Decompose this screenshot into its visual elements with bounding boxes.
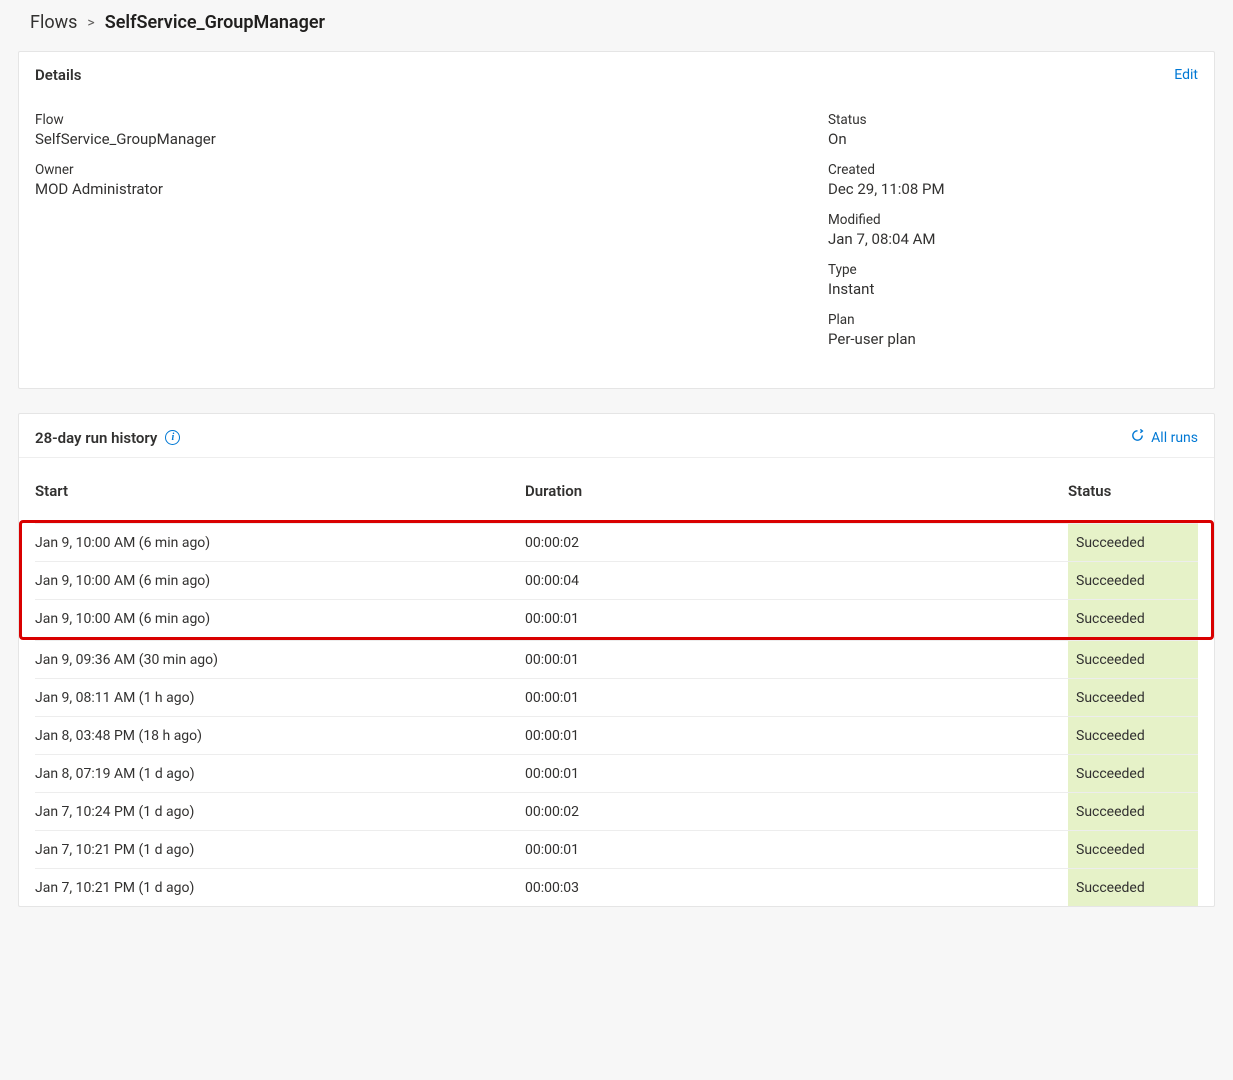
cell-duration: 00:00:01 <box>525 758 1068 790</box>
cell-start: Jan 7, 10:21 PM (1 d ago) <box>35 872 525 904</box>
modified-value: Jan 7, 08:04 AM <box>828 230 1198 248</box>
table-row[interactable]: Jan 9, 10:00 AM (6 min ago) 00:00:01 Suc… <box>35 599 1198 637</box>
cell-start: Jan 9, 09:36 AM (30 min ago) <box>35 644 525 676</box>
cell-duration: 00:00:01 <box>525 682 1068 714</box>
status-value: On <box>828 130 1198 148</box>
type-value: Instant <box>828 280 1198 298</box>
table-row[interactable]: Jan 9, 08:11 AM (1 h ago) 00:00:01 Succe… <box>35 678 1198 716</box>
cell-status: Succeeded <box>1068 562 1198 599</box>
table-row[interactable]: Jan 7, 10:24 PM (1 d ago) 00:00:02 Succe… <box>35 792 1198 830</box>
cell-duration: 00:00:01 <box>525 720 1068 752</box>
col-duration[interactable]: Duration <box>525 482 1068 500</box>
breadcrumb-current: SelfService_GroupManager <box>105 12 325 33</box>
cell-status: Succeeded <box>1068 524 1198 561</box>
cell-duration: 00:00:04 <box>525 565 1068 597</box>
run-history-title: 28-day run history <box>35 429 157 447</box>
breadcrumb: Flows > SelfService_GroupManager <box>18 12 1215 33</box>
cell-start: Jan 7, 10:24 PM (1 d ago) <box>35 796 525 828</box>
cell-duration: 00:00:01 <box>525 603 1068 635</box>
cell-status: Succeeded <box>1068 793 1198 830</box>
table-row[interactable]: Jan 9, 10:00 AM (6 min ago) 00:00:04 Suc… <box>35 561 1198 599</box>
info-icon[interactable]: i <box>165 430 180 445</box>
details-header: Details Edit <box>19 52 1214 94</box>
cell-start: Jan 8, 07:19 AM (1 d ago) <box>35 758 525 790</box>
breadcrumb-root[interactable]: Flows <box>30 12 77 33</box>
cell-duration: 00:00:01 <box>525 834 1068 866</box>
run-history-table: Start Duration Status Jan 9, 10:00 AM (6… <box>19 458 1214 906</box>
cell-start: Jan 7, 10:21 PM (1 d ago) <box>35 834 525 866</box>
cell-status: Succeeded <box>1068 755 1198 792</box>
cell-status: Succeeded <box>1068 600 1198 637</box>
plan-value: Per-user plan <box>828 330 1198 348</box>
table-header: Start Duration Status <box>35 458 1198 520</box>
cell-duration: 00:00:02 <box>525 796 1068 828</box>
run-history-panel: 28-day run history i All runs Start Dura… <box>18 413 1215 907</box>
status-label: Status <box>828 112 1198 128</box>
all-runs-link[interactable]: All runs <box>1130 428 1198 447</box>
cell-duration: 00:00:03 <box>525 872 1068 904</box>
cell-status: Succeeded <box>1068 717 1198 754</box>
created-value: Dec 29, 11:08 PM <box>828 180 1198 198</box>
chevron-right-icon: > <box>87 15 94 31</box>
details-title: Details <box>35 66 81 84</box>
plan-label: Plan <box>828 312 1198 328</box>
cell-status: Succeeded <box>1068 641 1198 678</box>
cell-status: Succeeded <box>1068 679 1198 716</box>
cell-status: Succeeded <box>1068 831 1198 868</box>
modified-label: Modified <box>828 212 1198 228</box>
flow-label: Flow <box>35 112 828 128</box>
table-row[interactable]: Jan 9, 10:00 AM (6 min ago) 00:00:02 Suc… <box>35 523 1198 561</box>
run-history-header: 28-day run history i All runs <box>19 414 1214 458</box>
owner-value: MOD Administrator <box>35 180 828 198</box>
created-label: Created <box>828 162 1198 178</box>
table-row[interactable]: Jan 8, 03:48 PM (18 h ago) 00:00:01 Succ… <box>35 716 1198 754</box>
table-row[interactable]: Jan 7, 10:21 PM (1 d ago) 00:00:03 Succe… <box>35 868 1198 906</box>
table-row[interactable]: Jan 9, 09:36 AM (30 min ago) 00:00:01 Su… <box>35 640 1198 678</box>
cell-start: Jan 9, 10:00 AM (6 min ago) <box>35 603 525 635</box>
cell-start: Jan 9, 10:00 AM (6 min ago) <box>35 527 525 559</box>
table-row[interactable]: Jan 7, 10:21 PM (1 d ago) 00:00:01 Succe… <box>35 830 1198 868</box>
cell-start: Jan 8, 03:48 PM (18 h ago) <box>35 720 525 752</box>
all-runs-label: All runs <box>1151 430 1198 446</box>
edit-link[interactable]: Edit <box>1174 67 1198 83</box>
type-label: Type <box>828 262 1198 278</box>
flow-value: SelfService_GroupManager <box>35 130 828 148</box>
cell-duration: 00:00:01 <box>525 644 1068 676</box>
table-row[interactable]: Jan 8, 07:19 AM (1 d ago) 00:00:01 Succe… <box>35 754 1198 792</box>
highlighted-runs: Jan 9, 10:00 AM (6 min ago) 00:00:02 Suc… <box>19 520 1214 640</box>
col-status[interactable]: Status <box>1068 482 1198 500</box>
refresh-icon <box>1130 428 1145 447</box>
col-start[interactable]: Start <box>35 482 525 500</box>
cell-start: Jan 9, 10:00 AM (6 min ago) <box>35 565 525 597</box>
owner-label: Owner <box>35 162 828 178</box>
cell-status: Succeeded <box>1068 869 1198 906</box>
cell-duration: 00:00:02 <box>525 527 1068 559</box>
details-panel: Details Edit Flow SelfService_GroupManag… <box>18 51 1215 389</box>
cell-start: Jan 9, 08:11 AM (1 h ago) <box>35 682 525 714</box>
